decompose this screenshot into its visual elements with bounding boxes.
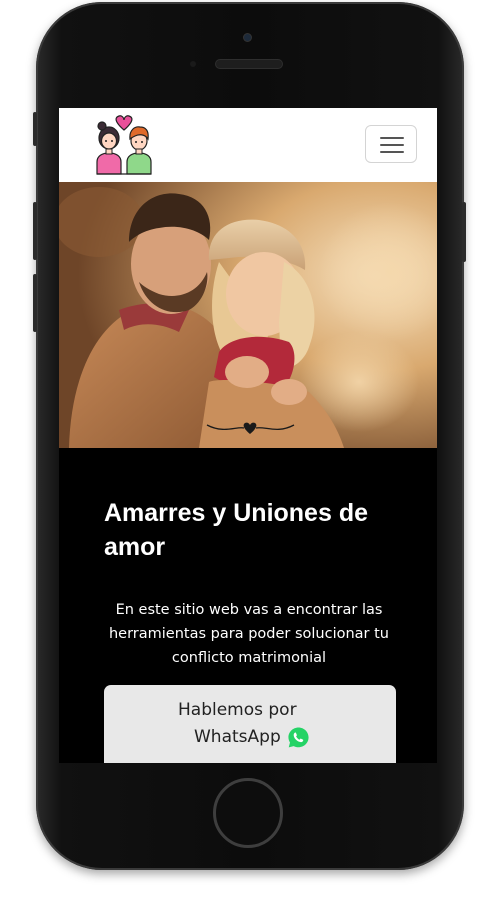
mute-switch	[33, 112, 37, 146]
home-button[interactable]	[213, 778, 283, 848]
whatsapp-icon	[288, 727, 309, 748]
front-camera	[244, 34, 251, 41]
hero-image	[59, 182, 437, 448]
cta-label-line2: WhatsApp	[194, 727, 281, 747]
navbar	[59, 108, 437, 182]
whatsapp-contact-button[interactable]: Hablemos por WhatsApp	[104, 685, 396, 763]
cta-label-line1: Hablemos por	[178, 700, 297, 720]
page-description: En este sitio web vas a encontrar las he…	[108, 602, 390, 666]
power-button	[462, 202, 466, 262]
couple-photo	[59, 182, 437, 448]
volume-down-button	[33, 274, 37, 332]
hamburger-menu-icon[interactable]	[365, 125, 417, 163]
proximity-sensor	[190, 61, 196, 67]
earpiece-speaker	[216, 60, 282, 68]
volume-up-button	[33, 202, 37, 260]
couple-heart-logo[interactable]	[93, 112, 157, 178]
page-title: Amarres y Uniones de amor	[104, 499, 368, 561]
intro-section: Amarres y Uniones de amor En este sitio …	[59, 448, 437, 763]
phone-screen: Amarres y Uniones de amor En este sitio …	[59, 108, 437, 763]
